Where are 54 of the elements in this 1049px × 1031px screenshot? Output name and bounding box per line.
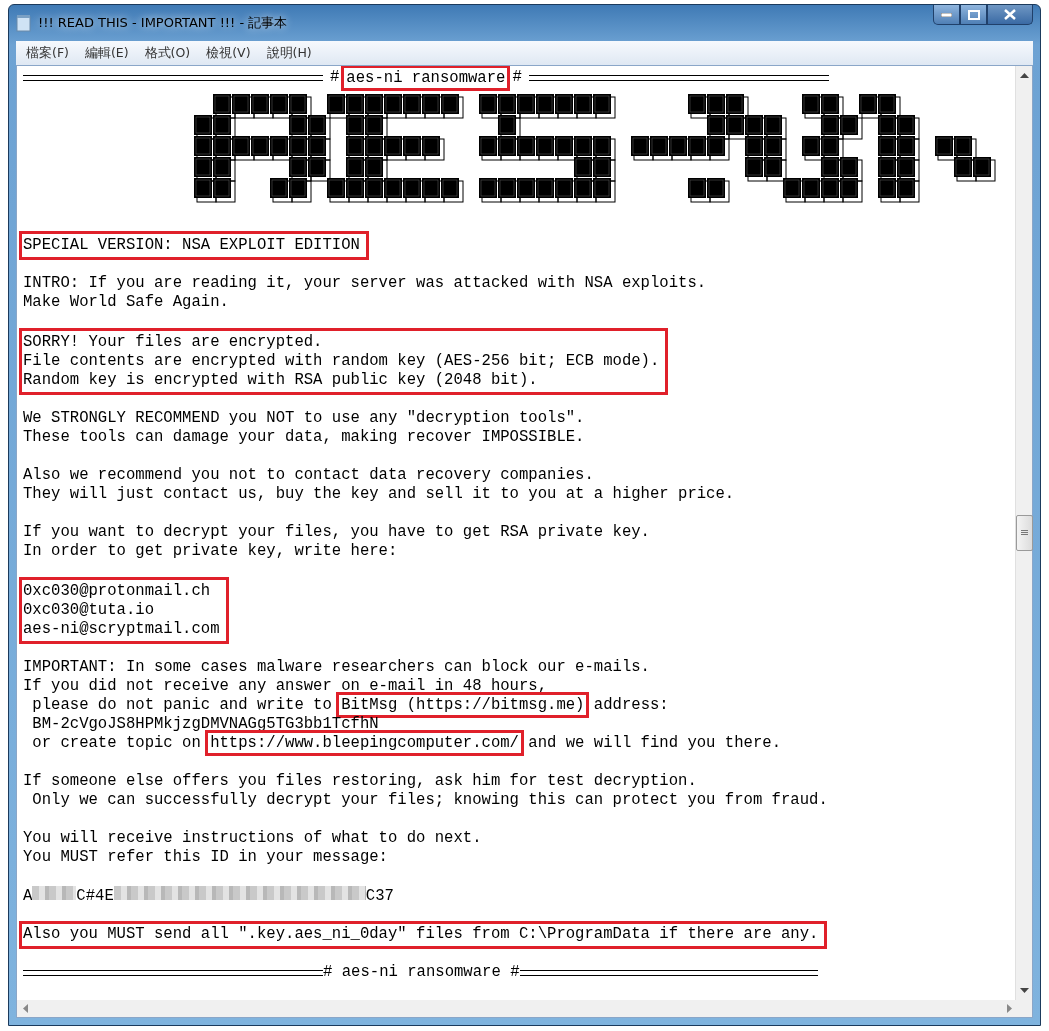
close-button[interactable] <box>987 5 1033 25</box>
text-line: Also we recommend you not to contact data recovery companies. <box>23 466 594 484</box>
notepad-icon <box>16 14 32 32</box>
text-line: address: <box>592 696 669 714</box>
menu-item[interactable]: 檢視(V) <box>200 44 257 62</box>
menu-item[interactable]: 檔案(F) <box>20 44 75 62</box>
text-line: SPECIAL VERSION: NSA EXPLOIT EDITION <box>23 236 360 254</box>
text-line: aes-ni@scryptmail.com <box>23 620 220 638</box>
highlighted-text: aes-ni ransomware <box>341 66 511 91</box>
minimize-button[interactable] <box>933 5 960 25</box>
text-line: In order to get private key, write here: <box>23 542 398 560</box>
text-line: C#4E <box>76 887 114 905</box>
menu-item[interactable]: 編輯(E) <box>78 44 135 62</box>
text-line: C37 <box>365 887 394 905</box>
scroll-right-icon[interactable] <box>1006 1004 1012 1013</box>
menu-item[interactable]: 格式(O) <box>138 44 197 62</box>
text-line: and we will find you there. <box>527 734 781 752</box>
text-line: IMPORTANT: In some cases malware researchers can block our e-mails. <box>23 658 650 676</box>
text-line: You will receive instructions of what to do next. <box>23 829 482 847</box>
text-line: INTRO: If you are reading it, your server was attacked with NSA exploits. <box>23 274 707 292</box>
vertical-scrollbar[interactable] <box>1015 66 1032 1000</box>
text-line: You MUST refer this ID in your message: <box>23 848 388 866</box>
text-line: 0xc030@protonmail.ch <box>23 582 211 600</box>
text-line: Also you MUST send all ".key.aes_ni_0day" files from C:\ProgramData if there are any. <box>23 925 819 943</box>
text-line: If someone else offers you files restoring, ask him for test decryption. <box>23 772 697 790</box>
text-line: Only we can successfully decrypt your files; knowing this can protect you from fraud. <box>31 791 828 809</box>
text-line: File contents are encrypted with random key (AES-256 bit; ECB mode). <box>23 352 660 370</box>
text-line: # aes-ni ransomware # <box>323 963 520 982</box>
scroll-down-icon[interactable] <box>1019 986 1029 994</box>
highlighted-text: https://www.bleepingcomputer.com/ <box>205 730 524 756</box>
text-line: They will just contact us, buy the key and sell it to you at a higher price. <box>23 485 735 503</box>
menu-item[interactable]: 說明(H) <box>260 44 318 62</box>
text-line: BM-2cVgoJS8HPMkjzgDMVNAGg5TG3bb1TcfhN <box>31 715 379 733</box>
text-line: please do not panic and write to <box>31 696 333 714</box>
text-line: Make World Safe Again. <box>23 293 229 311</box>
text-line: SORRY! Your files are encrypted. <box>23 333 323 351</box>
text-line: 0xc030@tuta.io <box>23 601 154 619</box>
minimize-icon <box>941 12 952 17</box>
window-title: !!! READ THIS - IMPORTANT !!! - 記事本 <box>38 14 289 32</box>
text-line: A <box>23 887 33 905</box>
text-line: If you did not receive any answer on e-mail in 48 hours, <box>23 677 548 695</box>
text-line: If you want to decrypt your files, you have to get RSA private key. <box>23 523 650 541</box>
text-line: or create topic on <box>31 734 202 752</box>
text-line: We STRONGLY RECOMMEND you NOT to use any "decryption tools". <box>23 409 585 427</box>
maximize-button[interactable] <box>960 5 987 25</box>
text-line: These tools can damage your data, making recover IMPOSSIBLE. <box>23 428 585 446</box>
close-icon <box>1004 9 1016 20</box>
scroll-left-icon[interactable] <box>23 1004 29 1013</box>
redacted-text <box>32 886 77 900</box>
scroll-up-icon[interactable] <box>1019 72 1029 80</box>
text-line: Random key is encrypted with RSA public key (2048 bit). <box>23 371 538 389</box>
horizontal-scrollbar[interactable] <box>17 1000 1032 1017</box>
scroll-thumb[interactable] <box>1015 515 1033 551</box>
maximize-icon <box>967 9 980 20</box>
